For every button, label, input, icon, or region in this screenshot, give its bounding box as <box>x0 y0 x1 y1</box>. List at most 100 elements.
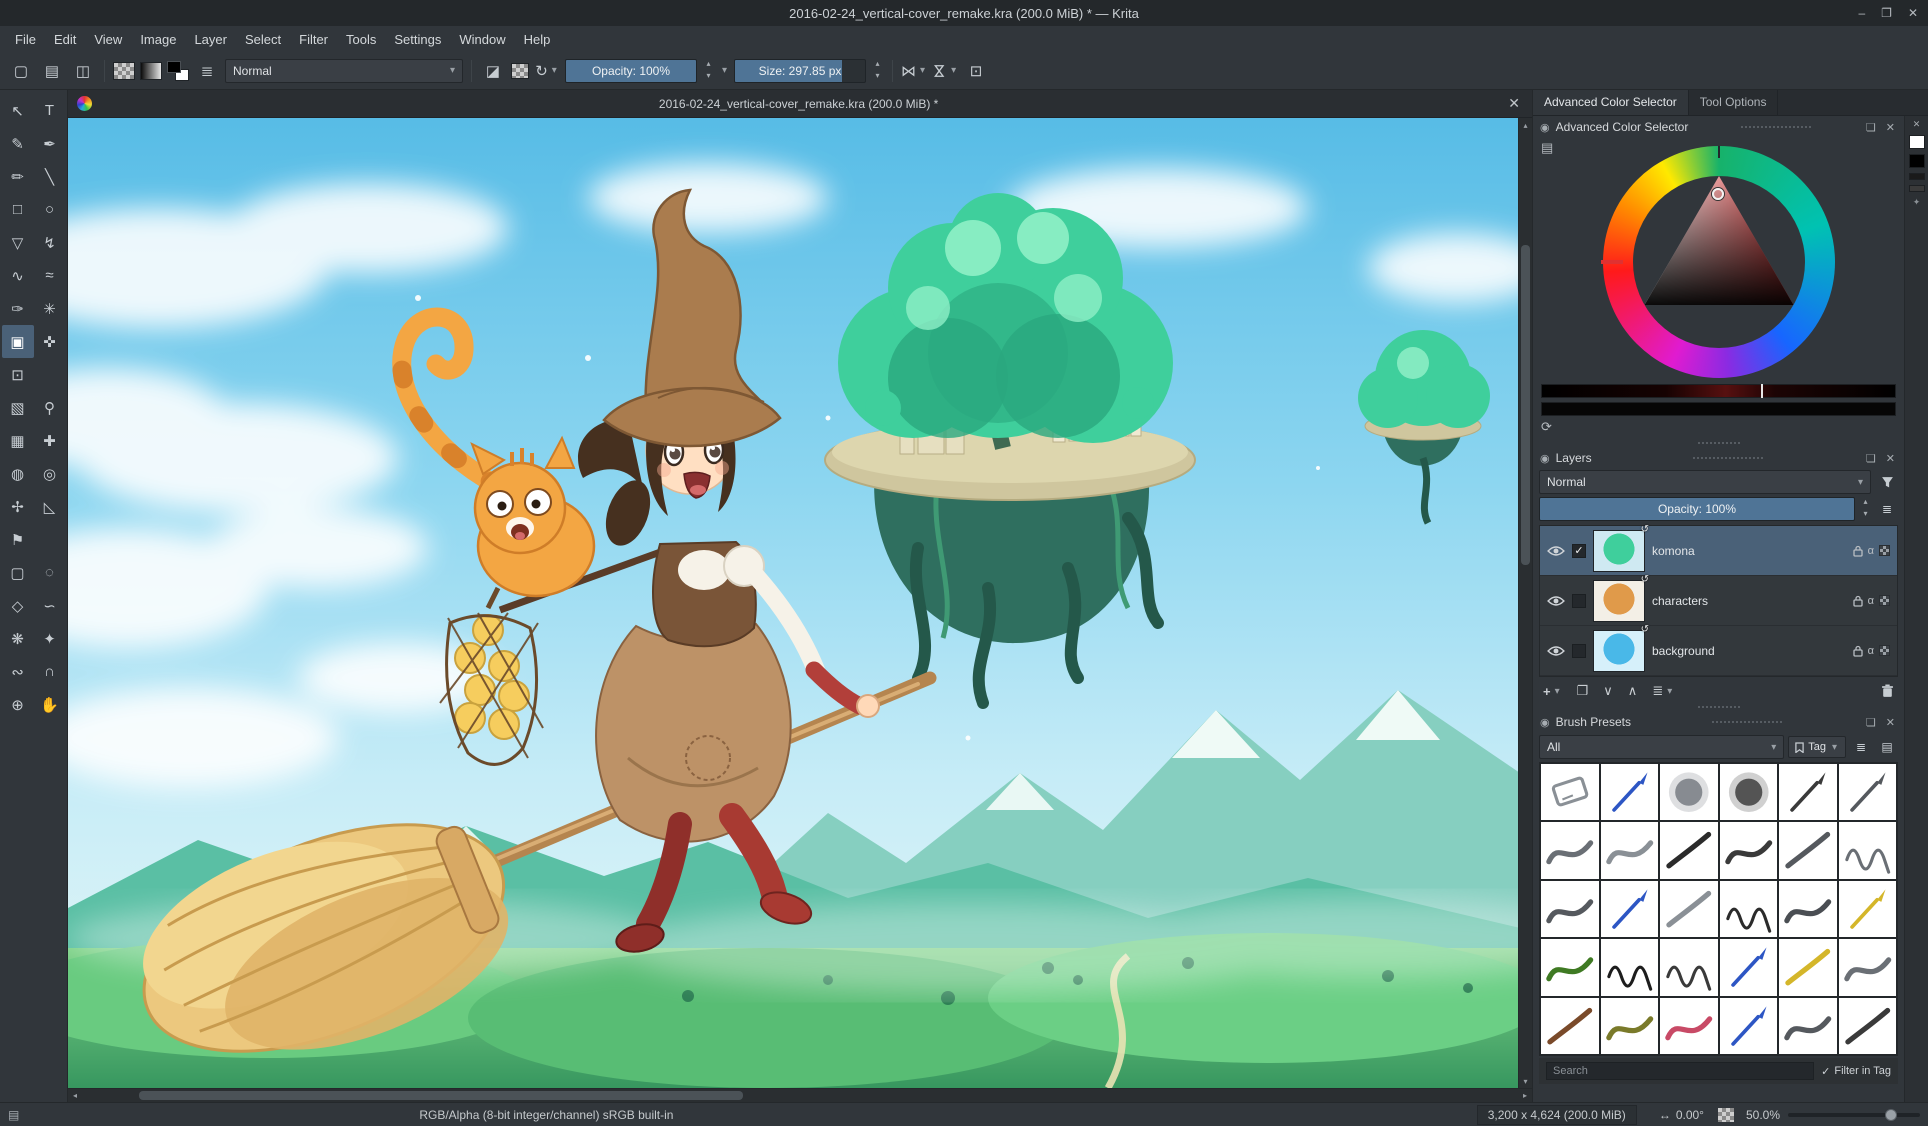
brush-settings-icon[interactable]: ≣ <box>194 58 220 84</box>
history-color-swatch[interactable] <box>1909 173 1925 180</box>
hscroll-thumb[interactable] <box>139 1091 742 1100</box>
smart-patch-tool[interactable]: ✚ <box>34 424 66 457</box>
vscroll-thumb[interactable] <box>1521 245 1530 565</box>
measure-tool[interactable]: ◺ <box>34 490 66 523</box>
filter-in-tag-toggle[interactable]: ✓ Filter in Tag <box>1821 1065 1891 1078</box>
brush-preset[interactable] <box>1660 764 1718 820</box>
shade-selector-bar-2[interactable] <box>1541 402 1896 416</box>
color-selector-settings-icon[interactable]: ▤ <box>1541 140 1553 156</box>
select-shapes-tool[interactable]: ↖ <box>2 94 34 127</box>
layer-thumbnail[interactable]: ↺ <box>1593 630 1645 672</box>
gradient-fill-icon[interactable] <box>140 62 162 80</box>
dynamic-brush-tool[interactable]: ✑ <box>2 292 34 325</box>
layer-name[interactable]: characters <box>1652 594 1846 608</box>
hscroll-track[interactable] <box>82 1089 1518 1102</box>
chevron-down-icon[interactable]: ▾ <box>720 65 729 76</box>
vertical-scrollbar[interactable]: ▴ ▾ <box>1518 118 1532 1088</box>
layer-options-menu-icon[interactable]: ≣ <box>1876 498 1898 520</box>
brush-preset[interactable] <box>1601 764 1659 820</box>
docker-drag-handle[interactable] <box>1712 721 1782 723</box>
brush-preset[interactable] <box>1601 881 1659 937</box>
menu-item[interactable]: Help <box>515 29 560 50</box>
opacity-slider[interactable]: Opacity: 100% <box>565 59 697 83</box>
menu-item[interactable]: File <box>6 29 45 50</box>
zoom-tool[interactable]: ⊕ <box>2 688 34 721</box>
brush-preset[interactable] <box>1839 939 1897 995</box>
save-document-icon[interactable]: ◫ <box>70 58 96 84</box>
bezier-select-tool[interactable]: ∾ <box>2 655 34 688</box>
size-spinner[interactable]: ▴▾ <box>871 59 884 83</box>
angle-reset-icon[interactable]: ↔ <box>1659 1108 1671 1122</box>
toolbox-spacer[interactable] <box>34 523 66 556</box>
new-document-icon[interactable]: ▢ <box>8 58 34 84</box>
similar-select-tool[interactable]: ❋ <box>2 622 34 655</box>
alpha-lock-icon[interactable]: α <box>1868 595 1874 607</box>
text-tool[interactable]: T <box>34 94 66 127</box>
menu-item[interactable]: View <box>85 29 131 50</box>
layer-name[interactable]: komona <box>1652 544 1846 558</box>
layer-opacity-spinner[interactable]: ▴▾ <box>1859 497 1872 521</box>
docker-drag-handle[interactable] <box>1693 457 1763 459</box>
brush-preset[interactable] <box>1779 939 1837 995</box>
line-tool[interactable]: ╲ <box>34 160 66 193</box>
open-document-icon[interactable]: ▤ <box>39 58 65 84</box>
brush-preset[interactable] <box>1541 998 1599 1054</box>
shade-selector-bar[interactable] <box>1541 384 1896 398</box>
minimize-button[interactable]: – <box>1858 6 1865 20</box>
brush-preset[interactable] <box>1720 822 1778 878</box>
magnetic-select-tool[interactable]: ∩ <box>34 655 66 688</box>
docker-separator[interactable] <box>1533 703 1904 711</box>
brush-preset[interactable] <box>1720 998 1778 1054</box>
layer-row[interactable]: ✓ ↺ komona α <box>1540 526 1897 576</box>
wrap-around-icon[interactable]: ⊡ <box>963 58 989 84</box>
layer-row[interactable]: ↺ background α <box>1540 626 1897 676</box>
layer-select-checkbox[interactable]: ✓ <box>1572 544 1586 558</box>
brush-preset[interactable] <box>1779 822 1837 878</box>
add-layer-button[interactable]: +▾ <box>1543 684 1562 699</box>
strip-close-icon[interactable]: ✕ <box>1913 119 1921 130</box>
move-tool[interactable]: ✜ <box>34 325 66 358</box>
document-close-icon[interactable]: ✕ <box>1505 95 1523 112</box>
bezier-curve-tool[interactable]: ∿ <box>2 259 34 292</box>
brush-preset[interactable] <box>1660 822 1718 878</box>
gradient-tool[interactable]: ▧ <box>2 391 34 424</box>
menu-item[interactable]: Edit <box>45 29 85 50</box>
freehand-select-tool[interactable]: ∽ <box>34 589 66 622</box>
menu-item[interactable]: Tools <box>337 29 385 50</box>
brush-preset[interactable] <box>1779 764 1837 820</box>
layer-name[interactable]: background <box>1652 644 1846 658</box>
rect-select-tool[interactable]: ▢ <box>2 556 34 589</box>
layer-properties-button[interactable]: ≣▾ <box>1652 683 1674 699</box>
horizontal-scrollbar[interactable]: ◂ ▸ <box>68 1088 1532 1102</box>
mirror-vertical-icon[interactable]: ⋈▾ <box>932 58 958 84</box>
polygon-select-tool[interactable]: ◇ <box>2 589 34 622</box>
float-docker-icon[interactable]: ❏ <box>1864 452 1878 465</box>
mirror-horizontal-icon[interactable]: ⋈▾ <box>901 58 927 84</box>
view-list-icon[interactable]: ≣ <box>1850 736 1872 758</box>
zoom-slider-knob[interactable] <box>1885 1109 1897 1121</box>
brush-preset[interactable] <box>1839 998 1897 1054</box>
maximize-button[interactable]: ❐ <box>1881 6 1892 20</box>
scroll-right-icon[interactable]: ▸ <box>1518 1091 1532 1100</box>
eraser-mode-icon[interactable]: ◪ <box>480 58 506 84</box>
brush-preset[interactable] <box>1660 939 1718 995</box>
menu-item[interactable]: Window <box>450 29 514 50</box>
ellipse-tool[interactable]: ○ <box>34 193 66 226</box>
inherit-alpha-icon[interactable] <box>1879 595 1890 606</box>
menu-item[interactable]: Image <box>131 29 185 50</box>
saturation-value-triangle[interactable] <box>1603 146 1835 378</box>
inherit-alpha-icon[interactable] <box>1879 545 1890 556</box>
menu-item[interactable]: Filter <box>290 29 337 50</box>
brush-preset[interactable] <box>1839 764 1897 820</box>
brush-preset[interactable] <box>1660 998 1718 1054</box>
scroll-left-icon[interactable]: ◂ <box>68 1091 82 1100</box>
freehand-path-tool[interactable]: ≈ <box>34 259 66 292</box>
layer-filter-icon[interactable] <box>1876 471 1898 493</box>
enclose-fill-tool[interactable]: ◎ <box>34 457 66 490</box>
alpha-lock-icon[interactable]: α <box>1868 545 1874 557</box>
contiguous-select-tool[interactable]: ✦ <box>34 622 66 655</box>
blending-mode-select[interactable]: Normal ▾ <box>225 59 463 83</box>
pattern-tool[interactable]: ▦ <box>2 424 34 457</box>
brush-filter-select[interactable]: All ▾ <box>1539 735 1784 759</box>
crop-tool[interactable]: ⊡ <box>2 358 34 391</box>
